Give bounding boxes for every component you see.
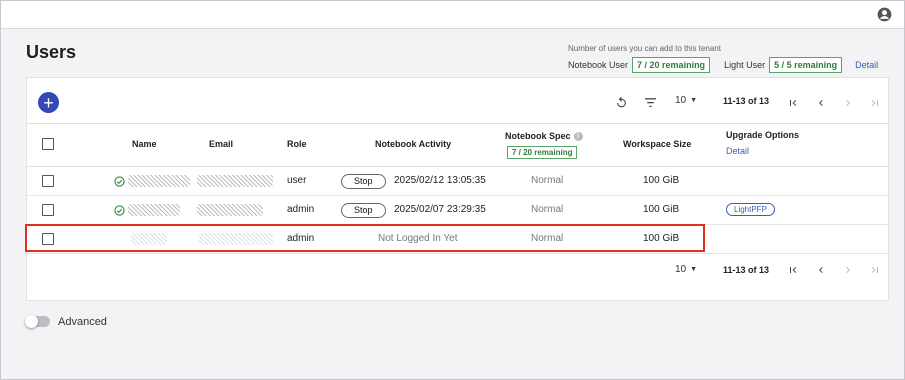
rows-per-page-select-bottom[interactable]: 10 ▼: [675, 264, 697, 275]
check-circle-icon: [114, 176, 125, 187]
next-page-icon[interactable]: [842, 97, 854, 109]
stop-button[interactable]: Stop: [341, 203, 386, 218]
row-role: admin: [287, 204, 315, 215]
page-title: Users: [26, 42, 77, 62]
toggle-knob: [25, 315, 38, 328]
row-activity: 2025/02/07 23:29:35: [394, 204, 486, 215]
last-page-icon[interactable]: [869, 97, 881, 109]
upgrade-option-badge[interactable]: LightPFP: [726, 203, 775, 216]
info-icon[interactable]: i: [573, 132, 583, 142]
check-circle-icon: [114, 205, 125, 216]
table-header: Name Email Role Notebook Activity Notebo…: [27, 123, 888, 167]
rows-per-page-value: 10: [675, 95, 687, 106]
chevron-down-icon: ▼: [690, 97, 698, 104]
highlighted-row-outline: [25, 224, 705, 252]
quota-detail-link[interactable]: Detail: [855, 60, 878, 70]
notebook-spec-remaining: 7 / 20 remaining: [507, 146, 578, 159]
quota-caption: Number of users you can add to this tena…: [568, 44, 721, 53]
row-workspace-size: 100 GiB: [643, 175, 680, 186]
filter-icon[interactable]: [644, 97, 657, 108]
add-user-button[interactable]: +: [38, 92, 59, 113]
light-user-remaining: 5 / 5 remaining: [769, 57, 843, 73]
advanced-label: Advanced: [58, 316, 107, 328]
advanced-toggle[interactable]: [25, 315, 50, 328]
refresh-icon[interactable]: [615, 96, 628, 109]
row-spec: Normal: [531, 175, 564, 186]
row-checkbox[interactable]: [42, 204, 54, 216]
row-checkbox[interactable]: [42, 175, 54, 187]
header-name[interactable]: Name: [132, 139, 157, 149]
redacted-name: [128, 175, 190, 187]
pagination-range-bottom: 11-13 of 13: [723, 265, 770, 275]
header-email[interactable]: Email: [209, 139, 233, 149]
chevron-down-icon: ▼: [690, 266, 698, 273]
upgrade-detail-link[interactable]: Detail: [726, 146, 749, 156]
light-user-label: Light User: [724, 60, 766, 70]
select-all-checkbox[interactable]: [42, 138, 54, 150]
rows-per-page-select[interactable]: 10 ▼: [675, 95, 697, 106]
first-page-icon[interactable]: [787, 264, 799, 276]
row-activity: 2025/02/12 13:05:35: [394, 175, 486, 186]
header-workspace-size[interactable]: Workspace Size: [623, 139, 691, 149]
table-row[interactable]: admin Stop 2025/02/07 23:29:35 Normal 10…: [27, 196, 888, 225]
top-bar: [1, 1, 904, 29]
redacted-name: [128, 204, 180, 216]
row-workspace-size: 100 GiB: [643, 204, 680, 215]
row-spec: Normal: [531, 204, 564, 215]
notebook-user-label: Notebook User: [568, 60, 629, 70]
rows-per-page-value: 10: [675, 264, 687, 275]
redacted-email: [197, 204, 263, 216]
pagination-range: 11-13 of 13: [723, 96, 770, 106]
notebook-user-remaining: 7 / 20 remaining: [632, 57, 711, 73]
first-page-icon[interactable]: [787, 97, 799, 109]
header-upgrade-options: Upgrade Options: [726, 130, 800, 140]
header-role[interactable]: Role: [287, 139, 307, 149]
prev-page-icon[interactable]: [815, 97, 827, 109]
prev-page-icon[interactable]: [815, 264, 827, 276]
quota-summary: Notebook User 7 / 20 remaining Light Use…: [568, 57, 878, 73]
header-notebook-spec-label: Notebook Spec: [505, 131, 571, 141]
table-row[interactable]: user Stop 2025/02/12 13:05:35 Normal 100…: [27, 167, 888, 196]
row-role: user: [287, 175, 307, 186]
next-page-icon[interactable]: [842, 264, 854, 276]
stop-button[interactable]: Stop: [341, 174, 386, 189]
plus-icon: +: [43, 92, 54, 113]
redacted-email: [197, 175, 273, 187]
users-table-card: + 10 ▼ 11-13 of 13 Name Email Role Noteb…: [26, 77, 889, 301]
last-page-icon[interactable]: [869, 264, 881, 276]
account-circle-icon[interactable]: [877, 7, 892, 22]
header-notebook-spec[interactable]: Notebook Spec i: [505, 131, 583, 142]
header-notebook-activity[interactable]: Notebook Activity: [375, 139, 451, 149]
